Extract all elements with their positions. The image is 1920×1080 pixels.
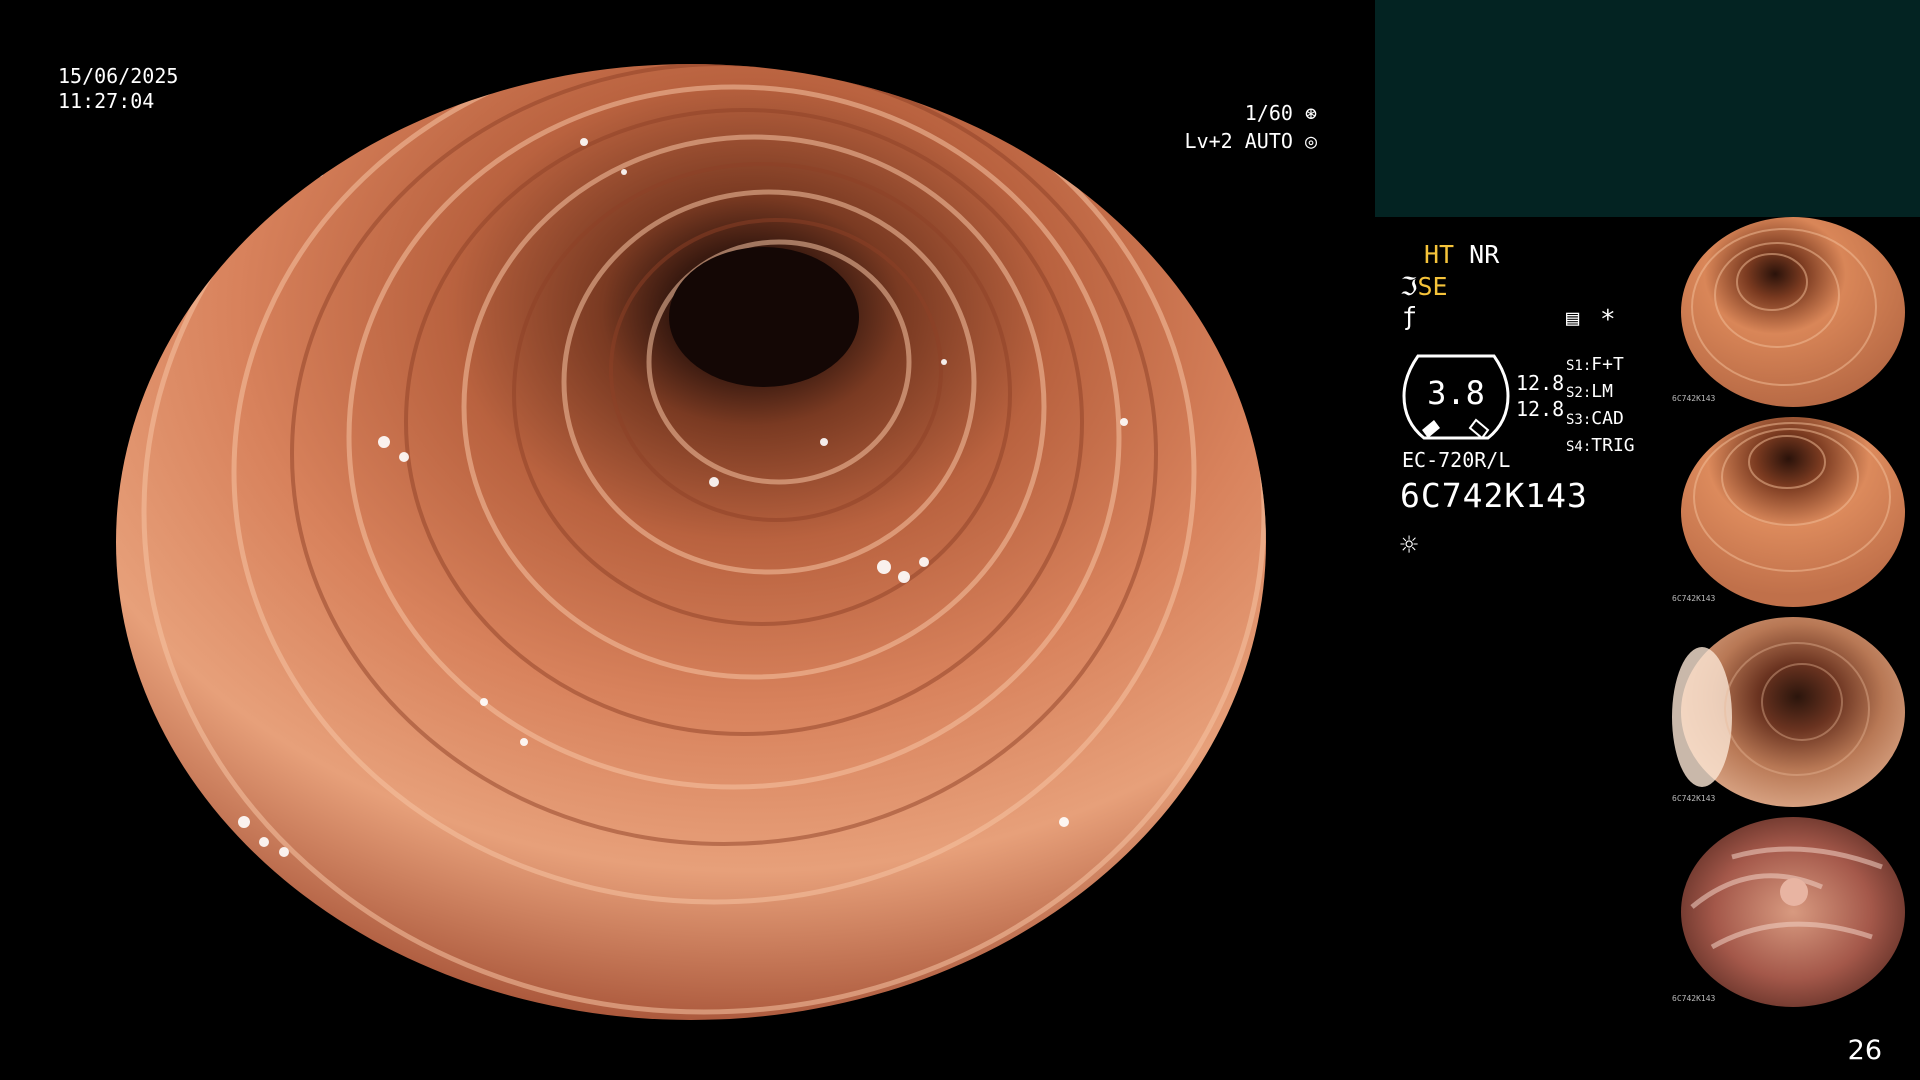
page-number: 26 bbox=[1847, 1035, 1882, 1066]
endoscopic-image bbox=[64, 62, 1314, 1020]
thumbnail-2[interactable] bbox=[1672, 417, 1914, 607]
se-label: SE bbox=[1417, 272, 1448, 301]
time-text: 11:27:04 bbox=[58, 89, 155, 113]
shutter-icon: ⊛ bbox=[1292, 101, 1317, 125]
thumbnail-4[interactable] bbox=[1672, 817, 1914, 1007]
date-text: 15/06/2025 bbox=[58, 64, 179, 88]
gauge-upper: 12.8 bbox=[1516, 371, 1565, 395]
thumbnail-1[interactable] bbox=[1672, 217, 1914, 407]
auto-iris-icon: ◎ bbox=[1292, 129, 1317, 153]
thumbnail-3[interactable] bbox=[1672, 617, 1914, 807]
switch-s1: S1:F+T bbox=[1566, 354, 1624, 375]
thumbnail-3-serial: 6C742K143 bbox=[1672, 794, 1716, 803]
switch-s3: S3:CAD bbox=[1566, 408, 1624, 429]
scope-switches: S1:F+T S2:LM S3:CAD S4:TRIG bbox=[1566, 352, 1635, 460]
asterisk-icon: * bbox=[1600, 305, 1616, 335]
thumbnail-4-serial: 6C742K143 bbox=[1672, 994, 1716, 1003]
info-panel-top bbox=[1375, 0, 1920, 217]
scope-serial: 6C742K143 bbox=[1400, 476, 1588, 515]
switch-s2: S2:LM bbox=[1566, 381, 1613, 402]
gauge-value: 3.8 bbox=[1427, 374, 1485, 412]
shutter-text: 1/60 bbox=[1244, 101, 1293, 125]
thumbnail-1-serial: 6C742K143 bbox=[1672, 394, 1716, 403]
light-source-icon: ☼ bbox=[1400, 528, 1419, 563]
scope-model: EC-720R/L bbox=[1402, 448, 1511, 472]
nr-label: NR bbox=[1469, 240, 1500, 269]
mode-ht-nr: HT NR bbox=[1424, 240, 1499, 270]
gauge-side-values: 12.8 12.8 bbox=[1516, 370, 1564, 422]
level-text: Lv+2 AUTO bbox=[1184, 129, 1293, 153]
thumbnail-2-serial: 6C742K143 bbox=[1672, 594, 1716, 603]
gauge: 3.8 bbox=[1400, 350, 1512, 442]
gauge-lower: 12.8 bbox=[1516, 397, 1565, 421]
mode-se: ℑSE bbox=[1400, 272, 1448, 302]
date-time: 15/06/2025 11:27:04 bbox=[58, 64, 178, 114]
memo-icon: ▤ bbox=[1566, 306, 1580, 331]
ht-label: HT bbox=[1424, 240, 1455, 269]
exposure-info: 1/60 ⊛ Lv+2 AUTO ◎ bbox=[1185, 99, 1317, 155]
switch-s4: S4:TRIG bbox=[1566, 435, 1635, 456]
structure-enhance-icon: ℑ bbox=[1400, 272, 1418, 301]
color-enhance-icon: ƒ bbox=[1402, 302, 1418, 331]
